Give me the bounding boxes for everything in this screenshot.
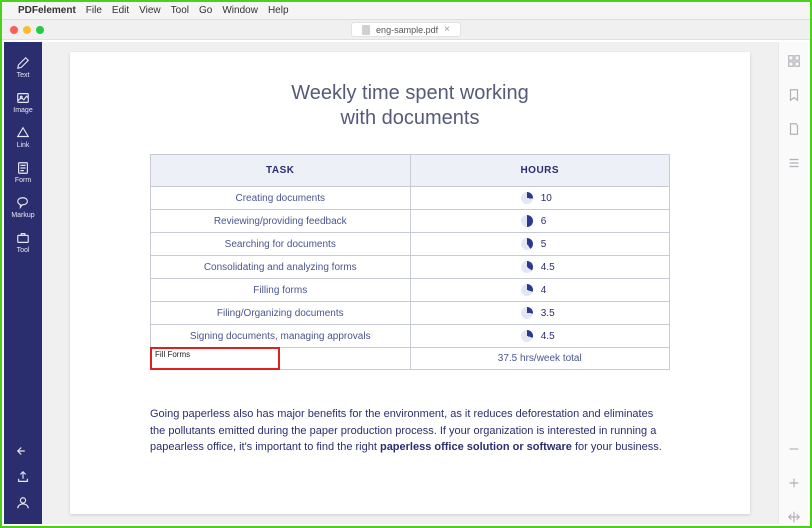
hours-cell: 4 — [410, 279, 670, 302]
document-tab[interactable]: eng-sample.pdf × — [351, 22, 461, 37]
hours-value: 3.5 — [541, 308, 559, 319]
task-cell: Searching for documents — [151, 233, 411, 256]
highlight-cell[interactable]: Fill Forms — [151, 348, 411, 370]
hours-value: 4.5 — [541, 262, 559, 273]
window-titlebar: eng-sample.pdf × — [2, 20, 810, 40]
body-paragraph: Going paperless also has major benefits … — [150, 406, 670, 456]
form-icon — [16, 161, 30, 175]
table-row: Filling forms 4 — [151, 279, 670, 302]
tool-icon — [16, 231, 30, 245]
fill-forms-label: Fill Forms — [155, 350, 190, 359]
sidebar-label: Image — [13, 107, 32, 114]
menu-edit[interactable]: Edit — [112, 5, 129, 16]
menu-file[interactable]: File — [86, 5, 102, 16]
sidebar-label: Form — [15, 177, 31, 184]
task-cell: Signing documents, managing approvals — [151, 325, 411, 348]
hours-cell: 6 — [410, 210, 670, 233]
paragraph-bold: paperless office solution or software — [380, 441, 572, 453]
sidebar-label: Text — [17, 72, 30, 79]
sidebar-label: Link — [17, 142, 30, 149]
sidebar-item-form[interactable]: Form — [4, 155, 42, 190]
menu-tool[interactable]: Tool — [171, 5, 189, 16]
menu-window[interactable]: Window — [222, 5, 258, 16]
pie-icon — [521, 284, 533, 296]
grid-icon[interactable] — [787, 54, 801, 68]
document-page: Weekly time spent working with documents… — [70, 52, 750, 514]
menu-help[interactable]: Help — [268, 5, 289, 16]
user-icon[interactable] — [16, 496, 30, 510]
document-name: eng-sample.pdf — [376, 25, 438, 35]
table-row: Signing documents, managing approvals 4.5 — [151, 325, 670, 348]
pie-icon — [521, 192, 533, 204]
table-row: Creating documents 10 — [151, 187, 670, 210]
undo-icon[interactable] — [16, 444, 30, 458]
task-cell: Filling forms — [151, 279, 411, 302]
image-icon — [16, 91, 30, 105]
table-total-row: Fill Forms 37.5 hrs/week total — [151, 348, 670, 370]
pie-icon — [521, 261, 533, 273]
maximize-window-button[interactable] — [36, 26, 44, 34]
document-viewport[interactable]: Weekly time spent working with documents… — [42, 42, 778, 524]
close-tab-icon[interactable]: × — [444, 24, 450, 35]
pie-icon — [521, 215, 533, 227]
table-row: Searching for documents 5 — [151, 233, 670, 256]
sidebar-item-markup[interactable]: Markup — [4, 190, 42, 225]
traffic-lights — [10, 26, 44, 34]
table-row: Consolidating and analyzing forms 4.5 — [151, 256, 670, 279]
hours-cell: 5 — [410, 233, 670, 256]
table-row: Reviewing/providing feedback 6 — [151, 210, 670, 233]
menu-go[interactable]: Go — [199, 5, 212, 16]
app-name: PDFelement — [18, 5, 76, 16]
hours-cell: 4.5 — [410, 256, 670, 279]
hours-value: 6 — [541, 216, 559, 227]
hours-value: 10 — [541, 193, 559, 204]
bookmark-icon[interactable] — [787, 88, 801, 102]
sidebar-bottom — [4, 444, 42, 524]
sidebar-item-text[interactable]: Text — [4, 50, 42, 85]
paragraph-text-post: for your business. — [572, 441, 662, 453]
task-cell: Reviewing/providing feedback — [151, 210, 411, 233]
share-icon[interactable] — [16, 470, 30, 484]
markup-icon — [16, 196, 30, 210]
task-cell: Filing/Organizing documents — [151, 302, 411, 325]
sidebar-label: Tool — [17, 247, 30, 254]
hours-cell: 10 — [410, 187, 670, 210]
document-icon — [362, 25, 370, 35]
sidebar-item-image[interactable]: Image — [4, 85, 42, 120]
page-icon[interactable] — [787, 122, 801, 136]
workspace: Text Image Link Form Markup Tool — [4, 42, 808, 524]
sidebar-label: Markup — [11, 212, 34, 219]
task-cell: Consolidating and analyzing forms — [151, 256, 411, 279]
sidebar-left: Text Image Link Form Markup Tool — [4, 42, 42, 524]
menu-view[interactable]: View — [139, 5, 161, 16]
hours-value: 4.5 — [541, 331, 559, 342]
hours-cell: 4.5 — [410, 325, 670, 348]
link-icon — [16, 126, 30, 140]
hours-cell: 3.5 — [410, 302, 670, 325]
pie-icon — [521, 330, 533, 342]
time-table: TASK HOURS Creating documents 10 Reviewing… — [150, 154, 670, 370]
pencil-icon — [16, 56, 30, 70]
minus-icon[interactable] — [787, 442, 801, 456]
page-title-line2: with documents — [150, 107, 670, 130]
pie-icon — [521, 238, 533, 250]
hours-value: 5 — [541, 239, 559, 250]
close-window-button[interactable] — [10, 26, 18, 34]
arrows-icon[interactable] — [787, 510, 801, 524]
task-cell: Creating documents — [151, 187, 411, 210]
total-cell: 37.5 hrs/week total — [410, 348, 670, 370]
lines-icon[interactable] — [787, 156, 801, 170]
sidebar-right — [778, 42, 808, 524]
hours-value: 4 — [541, 285, 559, 296]
menubar: PDFelement File Edit View Tool Go Window… — [2, 2, 810, 20]
pie-icon — [521, 307, 533, 319]
table-header-task: TASK — [151, 155, 411, 187]
minimize-window-button[interactable] — [23, 26, 31, 34]
plus-icon[interactable] — [787, 476, 801, 490]
page-title-line1: Weekly time spent working — [150, 82, 670, 105]
sidebar-item-tool[interactable]: Tool — [4, 225, 42, 260]
sidebar-item-link[interactable]: Link — [4, 120, 42, 155]
table-header-hours: HOURS — [410, 155, 670, 187]
table-row: Filing/Organizing documents 3.5 — [151, 302, 670, 325]
